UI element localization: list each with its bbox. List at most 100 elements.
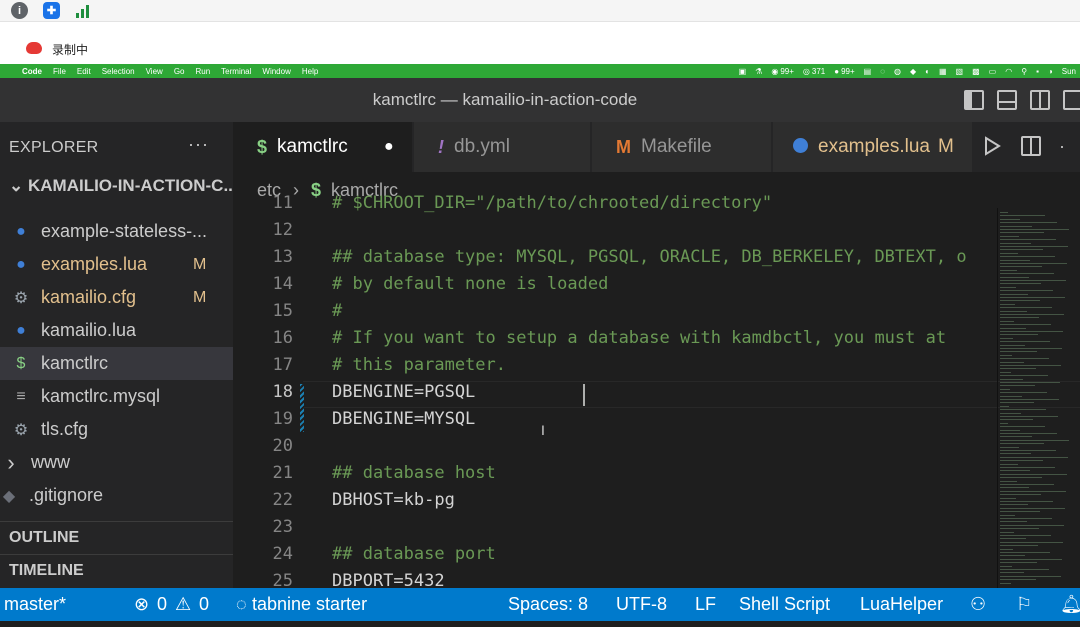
customize-layout-icon[interactable]	[1063, 90, 1080, 110]
chevron-right-icon: ›	[7, 449, 15, 475]
minimap-line	[1000, 558, 1062, 560]
control-center-icon[interactable]: ▪	[1036, 67, 1039, 76]
sidebar-item-kamailio-lua[interactable]: ● kamailio.lua	[0, 314, 233, 347]
minimap-line	[1000, 334, 1038, 336]
error-count[interactable]: 0	[157, 594, 167, 615]
status-icon[interactable]: ▤	[864, 67, 872, 76]
status-icon[interactable]: ⚗	[755, 67, 762, 76]
code-line[interactable]: # If you want to setup a database with k…	[332, 328, 946, 348]
sidebar-item-www[interactable]: › www	[0, 446, 233, 479]
sidebar-item-kamctlrc[interactable]: $ kamctlrc	[0, 347, 233, 380]
tabnine-status[interactable]: tabnine starter	[252, 594, 367, 615]
outline-section[interactable]: OUTLINE	[0, 521, 233, 554]
wechat-icon[interactable]: ◉	[771, 67, 778, 76]
menu-item-terminal[interactable]: Terminal	[221, 67, 251, 76]
status-icon[interactable]: ▦	[939, 67, 947, 76]
eol-status[interactable]: LF	[695, 594, 716, 615]
status-icon[interactable]: ▧	[956, 67, 964, 76]
status-icon[interactable]: ◌	[880, 67, 885, 76]
notifications-icon[interactable]: 🔔︎	[1060, 594, 1080, 615]
code-line[interactable]: ## database host	[332, 463, 496, 483]
warning-icon[interactable]: ⚠	[175, 594, 191, 615]
folder-title[interactable]: ⌄ KAMAILIO-IN-ACTION-C...	[0, 176, 233, 204]
sidebar-item-examples-lua[interactable]: ● examples.lua M	[0, 248, 233, 281]
minimap-line	[1000, 473, 1067, 475]
minimap-line	[1000, 375, 1048, 377]
status-icon[interactable]: ◍	[894, 67, 901, 76]
indentation-status[interactable]: Spaces: 8	[508, 594, 588, 615]
menu-item-go[interactable]: Go	[174, 67, 185, 76]
code-line[interactable]: # by default none is loaded	[332, 274, 608, 294]
status-icon[interactable]: ◐	[925, 67, 930, 76]
menu-item-run[interactable]: Run	[195, 67, 210, 76]
minimap-line	[1000, 518, 1052, 519]
search-icon[interactable]: ⚲	[1021, 67, 1027, 76]
language-mode[interactable]: Shell Script	[739, 594, 830, 615]
code-line[interactable]: ## database port	[332, 544, 496, 564]
code-line[interactable]: DBPORT=5432	[332, 571, 445, 588]
code-line[interactable]: DBHOST=kb-pg	[332, 490, 455, 510]
tab-db-yml[interactable]: ! db.yml	[414, 122, 591, 172]
run-icon[interactable]	[983, 136, 1001, 156]
sidebar-item-kamctlrc-mysql[interactable]: ≡ kamctlrc.mysql	[0, 380, 233, 413]
tabnine-icon[interactable]: ◌	[236, 594, 247, 615]
status-icon[interactable]: ◆	[910, 67, 916, 76]
unsaved-dot-icon[interactable]: ●	[384, 138, 394, 156]
timeline-section[interactable]: TIMELINE	[0, 554, 233, 587]
code-content[interactable]: # $CHROOT_DIR="/path/to/chrooted/directo…	[332, 193, 982, 588]
code-line[interactable]: #	[332, 301, 342, 321]
split-editor-icon[interactable]	[1021, 136, 1041, 156]
code-line[interactable]: DBENGINE=MYSQL	[332, 409, 475, 429]
minimap-line	[1000, 419, 1033, 421]
minimap-line	[1000, 429, 1020, 431]
luahelper-status[interactable]: LuaHelper	[860, 594, 943, 615]
battery-icon[interactable]: ▭	[989, 67, 997, 76]
code-line[interactable]: ## database type: MYSQL, PGSQL, ORACLE, …	[332, 247, 967, 267]
tab-makefile[interactable]: M Makefile	[592, 122, 772, 172]
menu-item-help[interactable]: Help	[302, 67, 318, 76]
modified-lines-indicator[interactable]	[300, 384, 304, 432]
warning-count[interactable]: 0	[199, 594, 209, 615]
menu-item-selection[interactable]: Selection	[102, 67, 135, 76]
sidebar-item-label: kamctlrc.mysql	[41, 386, 161, 406]
sidebar-item-kamailio-cfg[interactable]: ⚙ kamailio.cfg M	[0, 281, 233, 314]
more-actions-icon[interactable]: ···	[188, 134, 209, 155]
toggle-secondary-sidebar-icon[interactable]	[1030, 90, 1050, 110]
shield-icon[interactable]: ✚	[43, 2, 60, 19]
sidebar-item-gitignore[interactable]: ◆ .gitignore	[0, 479, 233, 512]
wifi-icon[interactable]: ◠	[1005, 67, 1012, 76]
more-actions-icon[interactable]: ·	[1059, 136, 1065, 157]
minimap-line	[1000, 327, 1026, 329]
sidebar-item-example-stateless[interactable]: ● example-stateless-...	[0, 215, 233, 248]
code-line[interactable]: DBENGINE=PGSQL	[332, 382, 475, 402]
tab-kamctlrc[interactable]: $ kamctlrc ●	[233, 122, 413, 172]
git-branch[interactable]: master*	[4, 594, 66, 615]
menu-app-name[interactable]: Code	[22, 67, 42, 76]
status-icon[interactable]: ▩	[972, 67, 980, 76]
signal-bars-icon[interactable]	[74, 2, 91, 19]
status-icon[interactable]: ▣	[739, 67, 747, 76]
encoding-status[interactable]: UTF-8	[616, 594, 667, 615]
sidebar-item-label: kamctlrc	[41, 353, 108, 373]
menu-item-view[interactable]: View	[146, 67, 163, 76]
menu-item-file[interactable]: File	[53, 67, 66, 76]
minimap-line	[1000, 344, 1025, 346]
error-icon[interactable]: ⊗	[134, 594, 149, 615]
accounts-icon[interactable]: ⚇	[970, 594, 986, 615]
code-line[interactable]: # this parameter.	[332, 355, 506, 375]
code-line[interactable]: # $CHROOT_DIR="/path/to/chrooted/directo…	[332, 193, 772, 213]
toggle-sidebar-icon[interactable]	[964, 90, 984, 110]
info-icon[interactable]: i	[11, 2, 28, 19]
chat-icon[interactable]: ●	[834, 67, 839, 76]
qq-icon[interactable]: ◎	[803, 67, 810, 76]
toggle-panel-icon[interactable]	[997, 90, 1017, 110]
minimap[interactable]	[998, 208, 1080, 588]
menu-item-window[interactable]: Window	[262, 67, 290, 76]
sidebar-item-tls-cfg[interactable]: ⚙ tls.cfg	[0, 413, 233, 446]
menu-item-edit[interactable]: Edit	[77, 67, 91, 76]
tab-examples-lua[interactable]: examples.lua M	[773, 122, 973, 172]
makefile-icon: M	[616, 136, 631, 157]
feedback-icon[interactable]: ⚐	[1016, 594, 1032, 615]
minimap-line	[1000, 402, 1034, 404]
siri-icon[interactable]: ◑	[1048, 67, 1053, 76]
